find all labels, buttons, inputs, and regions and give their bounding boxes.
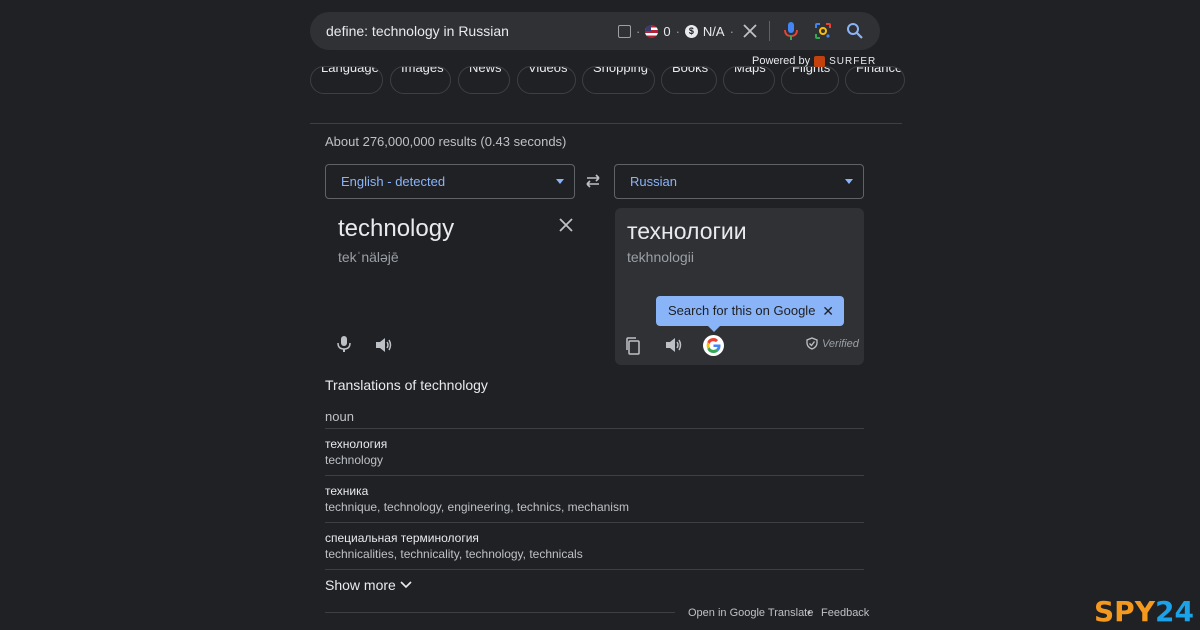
target-language-select[interactable]: Russian <box>614 164 864 199</box>
source-text-input[interactable]: technology <box>338 215 454 243</box>
search-bar[interactable]: define: technology in Russian · 0 · $ N/… <box>310 12 880 50</box>
feedback-link[interactable]: Feedback <box>821 607 869 619</box>
source-phonetic: tekˈnäləjē <box>338 249 399 265</box>
extension-checkbox[interactable] <box>618 24 631 38</box>
clear-source-icon[interactable] <box>558 216 574 239</box>
extension-bar: · 0 · $ N/A · <box>618 22 739 40</box>
divider <box>310 123 902 124</box>
translation-meanings: technique, technology, engineering, tech… <box>325 500 629 514</box>
extension-count: 0 <box>663 23 671 39</box>
microphone-icon[interactable] <box>783 21 799 46</box>
speaker-icon[interactable] <box>665 337 683 358</box>
footer-separator: • <box>807 607 811 619</box>
translation-word[interactable]: технология <box>325 437 387 451</box>
search-input[interactable]: define: technology in Russian <box>326 23 509 39</box>
source-language-label: English - detected <box>341 174 446 189</box>
translation-meanings: technicalities, technicality, technology… <box>325 547 583 561</box>
tab-news[interactable]: News <box>458 66 510 94</box>
search-on-google-tooltip[interactable]: Search for this on Google ✕ <box>656 296 844 332</box>
chevron-down-icon <box>556 179 564 184</box>
target-romanization: tekhnologii <box>627 249 694 265</box>
google-search-icon[interactable] <box>703 335 724 356</box>
speaker-icon[interactable] <box>375 337 393 358</box>
part-of-speech: noun <box>325 409 354 424</box>
tab-finance[interactable]: Finance <box>845 66 905 94</box>
close-icon[interactable]: ✕ <box>822 296 834 326</box>
target-text: технологии <box>627 218 747 244</box>
target-language-label: Russian <box>630 174 677 189</box>
open-in-google-translate-link[interactable]: Open in Google Translate <box>688 607 813 619</box>
chevron-down-icon <box>845 179 853 184</box>
divider <box>325 612 675 613</box>
divider <box>769 21 770 41</box>
divider <box>325 522 864 523</box>
translation-word[interactable]: техника <box>325 484 368 498</box>
copy-icon[interactable] <box>625 337 641 360</box>
show-more-button[interactable]: Show more <box>325 577 412 593</box>
tab-shopping[interactable]: Shopping <box>582 66 655 94</box>
tab-language[interactable]: Language <box>310 66 383 94</box>
verified-badge[interactable]: Verified <box>806 337 859 350</box>
us-flag-icon <box>645 24 659 38</box>
divider <box>325 428 864 429</box>
clear-search-icon[interactable] <box>741 22 759 45</box>
translations-heading: Translations of technology <box>325 377 488 393</box>
tab-maps[interactable]: Maps <box>723 66 775 94</box>
microphone-icon[interactable] <box>337 335 351 358</box>
tab-images[interactable]: Images <box>390 66 451 94</box>
dollar-icon: $ <box>684 24 698 38</box>
swap-languages-icon[interactable] <box>584 172 602 195</box>
chevron-down-icon <box>400 581 412 589</box>
translation-meanings: technology <box>325 453 384 467</box>
lens-icon[interactable] <box>814 22 832 45</box>
divider <box>325 475 864 476</box>
tab-videos[interactable]: Videos <box>517 66 576 94</box>
translation-word[interactable]: специальная терминология <box>325 531 479 545</box>
verified-label: Verified <box>822 337 859 350</box>
tooltip-label: Search for this on Google <box>668 303 816 318</box>
extension-value: N/A <box>702 23 725 39</box>
divider <box>325 569 864 570</box>
source-language-select[interactable]: English - detected <box>325 164 575 199</box>
tab-books[interactable]: Books <box>661 66 717 94</box>
show-more-label: Show more <box>325 577 396 593</box>
search-icon[interactable] <box>846 22 864 45</box>
result-stats: About 276,000,000 results (0.43 seconds) <box>325 134 567 149</box>
spy24-watermark-logo: SPY24 <box>1094 595 1194 628</box>
tab-flights[interactable]: Flights <box>781 66 839 94</box>
